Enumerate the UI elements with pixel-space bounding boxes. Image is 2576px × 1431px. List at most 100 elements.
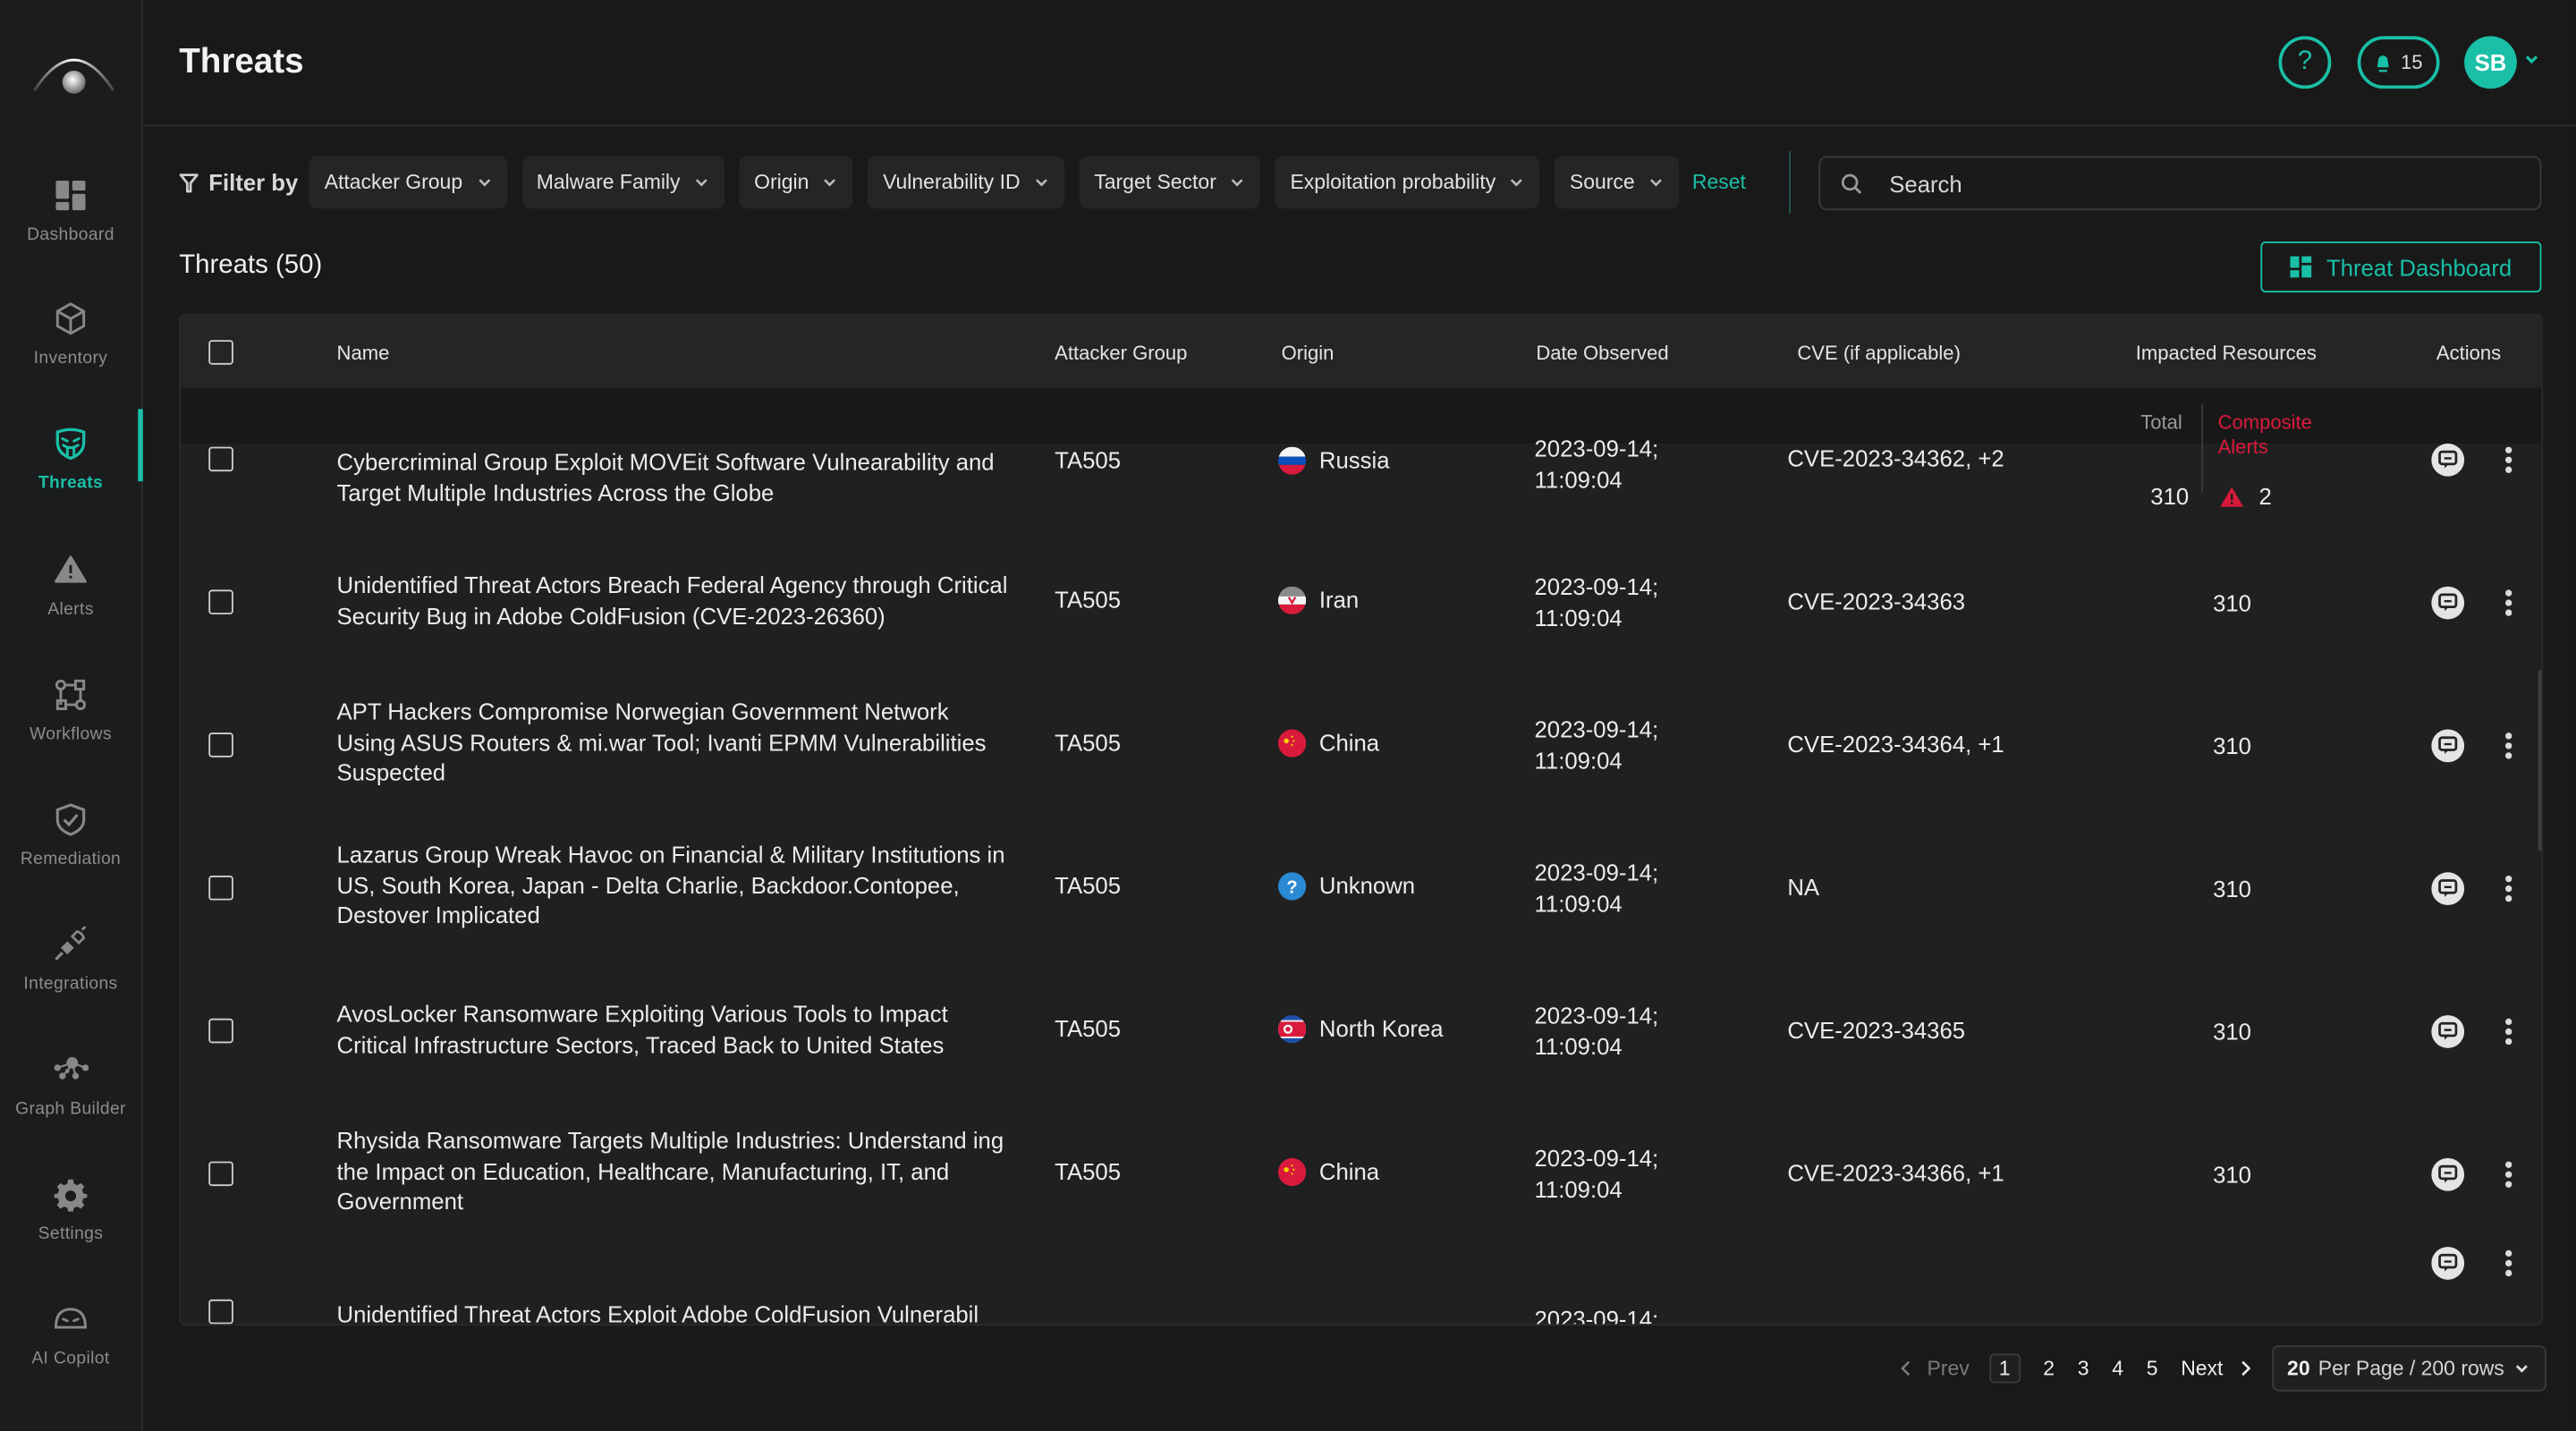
filter-malware-family[interactable]: Malware Family: [521, 156, 725, 209]
table-row[interactable]: Lazarus Group Wreak Havoc on Financial &…: [181, 817, 2541, 960]
row-checkbox[interactable]: [208, 1161, 233, 1187]
row-checkbox[interactable]: [208, 589, 233, 614]
page-5-button[interactable]: 5: [2147, 1356, 2158, 1379]
sidebar-item-workflows[interactable]: Workflows: [0, 677, 141, 792]
table-row[interactable]: Cybercriminal Group Exploit MOVEit Softw…: [181, 387, 2541, 530]
threat-name[interactable]: AvosLocker Ransomware Exploiting Various…: [337, 999, 1011, 1060]
cve[interactable]: CVE-2023-34366, +1: [1787, 1158, 2004, 1189]
sidebar-item-dashboard[interactable]: Dashboard: [0, 177, 141, 292]
sidebar-item-settings[interactable]: Settings: [0, 1176, 141, 1291]
chat-button[interactable]: [2431, 1015, 2465, 1048]
date-observed: 2023-09-14; 11:09:04: [1535, 715, 1699, 775]
column-header-impacted-resources[interactable]: Impacted Resources: [2136, 342, 2317, 365]
filter-icon: [179, 173, 199, 192]
origin: Iran: [1277, 585, 1359, 615]
chat-button[interactable]: [2431, 1247, 2465, 1280]
row-checkbox[interactable]: [208, 875, 233, 901]
bell-icon: [2377, 55, 2390, 72]
chat-button[interactable]: [2431, 443, 2465, 477]
composite-alerts[interactable]: 2: [2219, 481, 2272, 512]
threat-name[interactable]: Unidentified Threat Actors Breach Federa…: [337, 570, 1011, 631]
threat-name[interactable]: Cybercriminal Group Exploit MOVEit Softw…: [337, 447, 1011, 508]
sidebar-item-graph-builder[interactable]: Graph Builder: [0, 1052, 141, 1167]
column-header-cve[interactable]: CVE (if applicable): [1797, 342, 1961, 365]
help-button[interactable]: ?: [2278, 36, 2332, 89]
sidebar-item-remediation[interactable]: Remediation: [0, 801, 141, 917]
column-header-name[interactable]: Name: [337, 342, 390, 365]
table-row[interactable]: Unidentified Threat Actors Breach Federa…: [181, 530, 2541, 673]
page-1-button[interactable]: 1: [1988, 1352, 2021, 1383]
chevron-down-icon: [478, 179, 490, 187]
table-row[interactable]: AvosLocker Ransomware Exploiting Various…: [181, 960, 2541, 1103]
table-row[interactable]: Unidentified Threat Actors Exploit Adobe…: [181, 1245, 2541, 1325]
threat-name[interactable]: APT Hackers Compromise Norwegian Governm…: [337, 697, 1011, 788]
filter-attacker-group[interactable]: Attacker Group: [309, 156, 507, 209]
more-options-button[interactable]: [2497, 587, 2521, 620]
time: 11:09:04: [1534, 1175, 1623, 1202]
filter-target-sector[interactable]: Target Sector: [1079, 156, 1261, 209]
sidebar-item-alerts[interactable]: Alerts: [0, 552, 141, 667]
chat-button[interactable]: [2431, 872, 2465, 906]
row-checkbox[interactable]: [208, 732, 233, 758]
filter-source[interactable]: Source: [1555, 156, 1680, 209]
more-options-button[interactable]: [2497, 444, 2521, 477]
filter-origin[interactable]: Origin: [739, 156, 854, 209]
cve[interactable]: CVE-2023-34363: [1787, 587, 1965, 617]
notifications-button[interactable]: 15: [2357, 36, 2440, 89]
threat-name[interactable]: Rhysida Ransomware Targets Multiple Indu…: [337, 1125, 1011, 1216]
more-options-button[interactable]: [2497, 1158, 2521, 1191]
cve[interactable]: CVE-2023-34364, +1: [1787, 730, 2004, 760]
chat-button[interactable]: [2431, 586, 2465, 620]
table-row[interactable]: APT Hackers Compromise Norwegian Governm…: [181, 673, 2541, 817]
prev-page-button[interactable]: Prev: [1899, 1356, 1970, 1379]
column-header-date-observed[interactable]: Date Observed: [1536, 342, 1668, 365]
search-input[interactable]: [1885, 168, 2517, 199]
page-title: Threats: [179, 42, 304, 80]
top-header: Threats ? 15 SB: [142, 0, 2576, 127]
user-avatar[interactable]: SB: [2464, 36, 2517, 89]
row-checkbox[interactable]: [208, 446, 233, 472]
sidebar-item-ai-copilot[interactable]: AI Copilot: [0, 1301, 141, 1417]
threat-name[interactable]: Lazarus Group Wreak Havoc on Financial &…: [337, 840, 1011, 931]
chevron-down-icon: [1232, 179, 1244, 187]
attacker-group: TA505: [1055, 729, 1122, 756]
row-checkbox[interactable]: [208, 1299, 233, 1325]
more-options-button[interactable]: [2497, 872, 2521, 905]
cve[interactable]: CVE-2023-34365: [1787, 1015, 1965, 1046]
sidebar-item-inventory[interactable]: Inventory: [0, 301, 141, 416]
table-row[interactable]: Rhysida Ransomware Targets Multiple Indu…: [181, 1102, 2541, 1245]
page-4-button[interactable]: 4: [2112, 1356, 2123, 1379]
chevron-down-icon: [695, 179, 708, 187]
more-options-button[interactable]: [2497, 730, 2521, 763]
per-page-select[interactable]: 20 Per Page / 200 rows: [2272, 1344, 2547, 1391]
row-checkbox[interactable]: [208, 1018, 233, 1044]
sidebar-item-integrations[interactable]: Integrations: [0, 926, 141, 1042]
chevron-down-icon: [824, 179, 836, 187]
cve[interactable]: NA: [1787, 872, 1819, 902]
date: 2023-09-14;: [1534, 859, 1659, 885]
column-header-attacker-group[interactable]: Attacker Group: [1055, 342, 1187, 365]
reset-filters-link[interactable]: Reset: [1692, 171, 1746, 194]
filter-exploitation-probability[interactable]: Exploitation probability: [1275, 156, 1540, 209]
chat-button[interactable]: [2431, 1157, 2465, 1191]
sidebar-item-threats[interactable]: Threats: [0, 409, 143, 541]
time: 11:09:04: [1534, 889, 1623, 916]
select-all-checkbox[interactable]: [208, 340, 233, 365]
chevron-down-icon[interactable]: [2523, 51, 2539, 67]
threat-name[interactable]: Unidentified Threat Actors Exploit Adobe…: [337, 1300, 1011, 1325]
cve[interactable]: CVE-2023-34367: [1787, 1323, 1965, 1325]
chat-button[interactable]: [2431, 729, 2465, 763]
filter-vulnerability-id[interactable]: Vulnerability ID: [868, 156, 1065, 209]
more-options-button[interactable]: [2497, 1247, 2521, 1280]
more-options-button[interactable]: [2497, 1015, 2521, 1048]
origin: North Korea: [1277, 1013, 1444, 1044]
page-3-button[interactable]: 3: [2078, 1356, 2089, 1379]
search-box[interactable]: [1818, 156, 2542, 211]
cve[interactable]: CVE-2023-34362, +2: [1787, 444, 2004, 474]
column-header-origin[interactable]: Origin: [1282, 342, 1335, 365]
chevron-left-icon: [1901, 1359, 1911, 1376]
next-page-button[interactable]: Next: [2181, 1356, 2252, 1379]
page-2-button[interactable]: 2: [2043, 1356, 2055, 1379]
table-scrollbar[interactable]: [2538, 670, 2542, 851]
threat-dashboard-button[interactable]: Threat Dashboard: [2260, 241, 2542, 292]
